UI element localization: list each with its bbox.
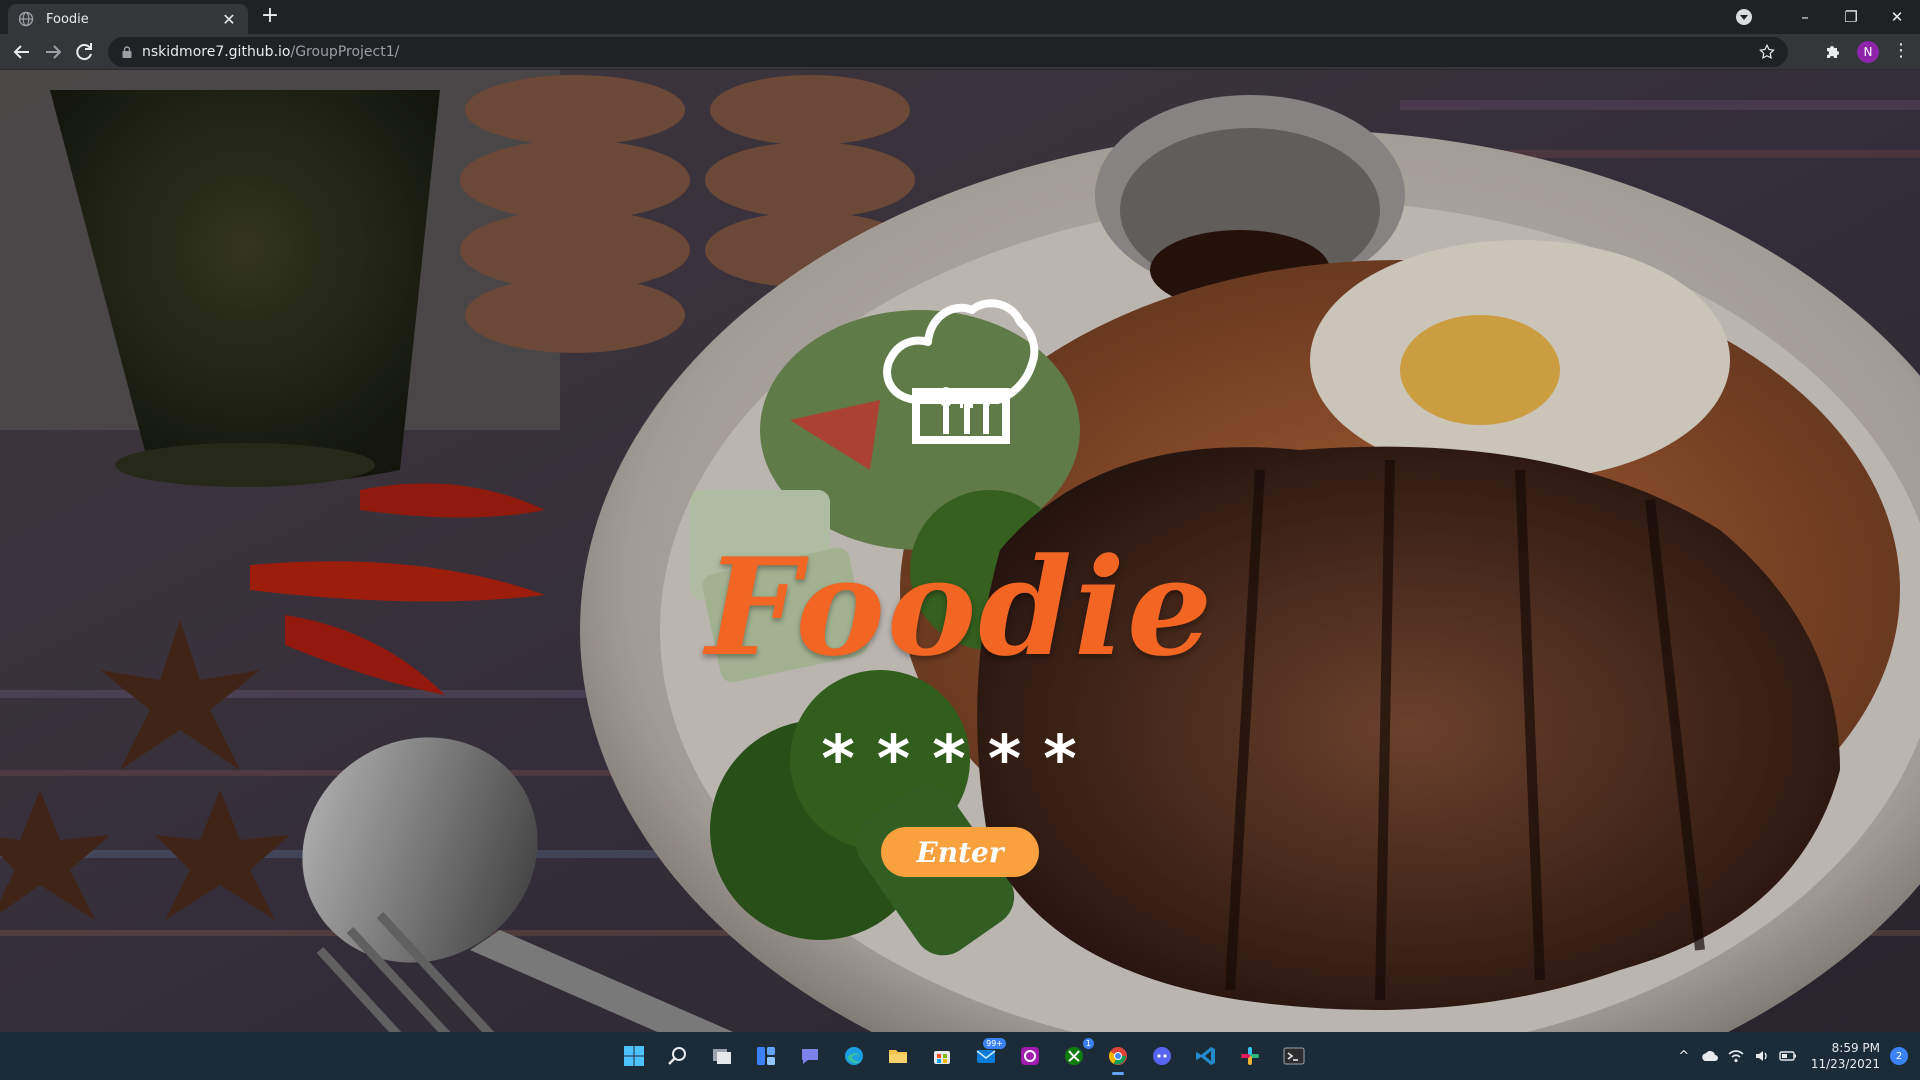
extensions-puzzle-icon[interactable] — [1823, 42, 1843, 62]
brand-title: Foodie — [705, 528, 1215, 686]
tab-title: Foodie — [46, 11, 89, 27]
terminal-icon[interactable] — [1274, 1036, 1314, 1076]
address-bar[interactable]: nskidmore7.github.io /GroupProject1/ — [108, 37, 1788, 67]
windows-start-icon[interactable] — [614, 1036, 654, 1076]
battery-icon[interactable] — [1777, 1045, 1799, 1067]
task-view-icon[interactable] — [702, 1036, 742, 1076]
reload-icon[interactable] — [72, 40, 96, 64]
windows-taskbar: 99+ 1 ^ 8:59 PM 11/23/2021 2 — [0, 1032, 1920, 1080]
search-icon[interactable] — [658, 1036, 698, 1076]
taskbar-badge: 1 — [1082, 1038, 1094, 1049]
chrome-icon[interactable] — [1098, 1036, 1138, 1076]
browser-titlebar: Foodie ✕ + – ❐ ✕ — [0, 0, 1920, 34]
restore-button[interactable]: ❐ — [1828, 0, 1874, 34]
url-path: /GroupProject1/ — [290, 44, 400, 60]
xbox-icon[interactable]: 1 — [1054, 1036, 1094, 1076]
rating-stars: ***** — [821, 723, 1099, 797]
lock-icon[interactable] — [120, 45, 134, 59]
tab-search-icon[interactable] — [1736, 9, 1752, 25]
back-arrow-icon[interactable] — [10, 40, 34, 64]
new-tab-button[interactable]: + — [258, 5, 282, 29]
tab-close-icon[interactable]: ✕ — [220, 10, 238, 29]
browser-tab[interactable]: Foodie ✕ — [8, 4, 248, 34]
taskbar-apps: 99+ 1 — [614, 1036, 1318, 1076]
tray-overflow-chevron-icon[interactable]: ^ — [1673, 1045, 1695, 1067]
edge-icon[interactable] — [834, 1036, 874, 1076]
bookmark-star-icon[interactable] — [1758, 43, 1776, 61]
slack-icon[interactable] — [1230, 1036, 1270, 1076]
page-viewport: Foodie ***** Enter — [0, 70, 1920, 1032]
taskbar-badge: 99+ — [983, 1038, 1006, 1049]
clock-date: 11/23/2021 — [1810, 1057, 1880, 1071]
discord-icon[interactable] — [1142, 1036, 1182, 1076]
system-clock[interactable]: 8:59 PM 11/23/2021 — [1811, 1040, 1880, 1072]
wifi-icon[interactable] — [1725, 1045, 1747, 1067]
system-tray: ^ 8:59 PM 11/23/2021 2 — [1673, 1032, 1908, 1080]
widgets-icon[interactable] — [746, 1036, 786, 1076]
notification-count-badge[interactable]: 2 — [1890, 1047, 1908, 1065]
minimize-button[interactable]: – — [1782, 0, 1828, 34]
forward-arrow-icon[interactable] — [41, 40, 65, 64]
profile-avatar[interactable]: N — [1857, 41, 1879, 63]
vscode-icon[interactable] — [1186, 1036, 1226, 1076]
enter-button[interactable]: Enter — [881, 827, 1039, 877]
browser-menu-icon[interactable]: ⋮ — [1891, 42, 1911, 62]
window-close-button[interactable]: ✕ — [1874, 0, 1920, 34]
browser-toolbar: nskidmore7.github.io /GroupProject1/ N ⋮ — [0, 34, 1920, 70]
url-host: nskidmore7.github.io — [142, 44, 291, 60]
microsoft-store-icon[interactable] — [922, 1036, 962, 1076]
volume-icon[interactable] — [1751, 1045, 1773, 1067]
clock-time: 8:59 PM — [1831, 1041, 1880, 1055]
globe-icon — [18, 11, 34, 27]
file-explorer-icon[interactable] — [878, 1036, 918, 1076]
chef-hat-icon — [883, 299, 1039, 444]
onedrive-cloud-icon[interactable] — [1699, 1045, 1721, 1067]
app-icon[interactable] — [1010, 1036, 1050, 1076]
mail-icon[interactable]: 99+ — [966, 1036, 1006, 1076]
teams-chat-icon[interactable] — [790, 1036, 830, 1076]
